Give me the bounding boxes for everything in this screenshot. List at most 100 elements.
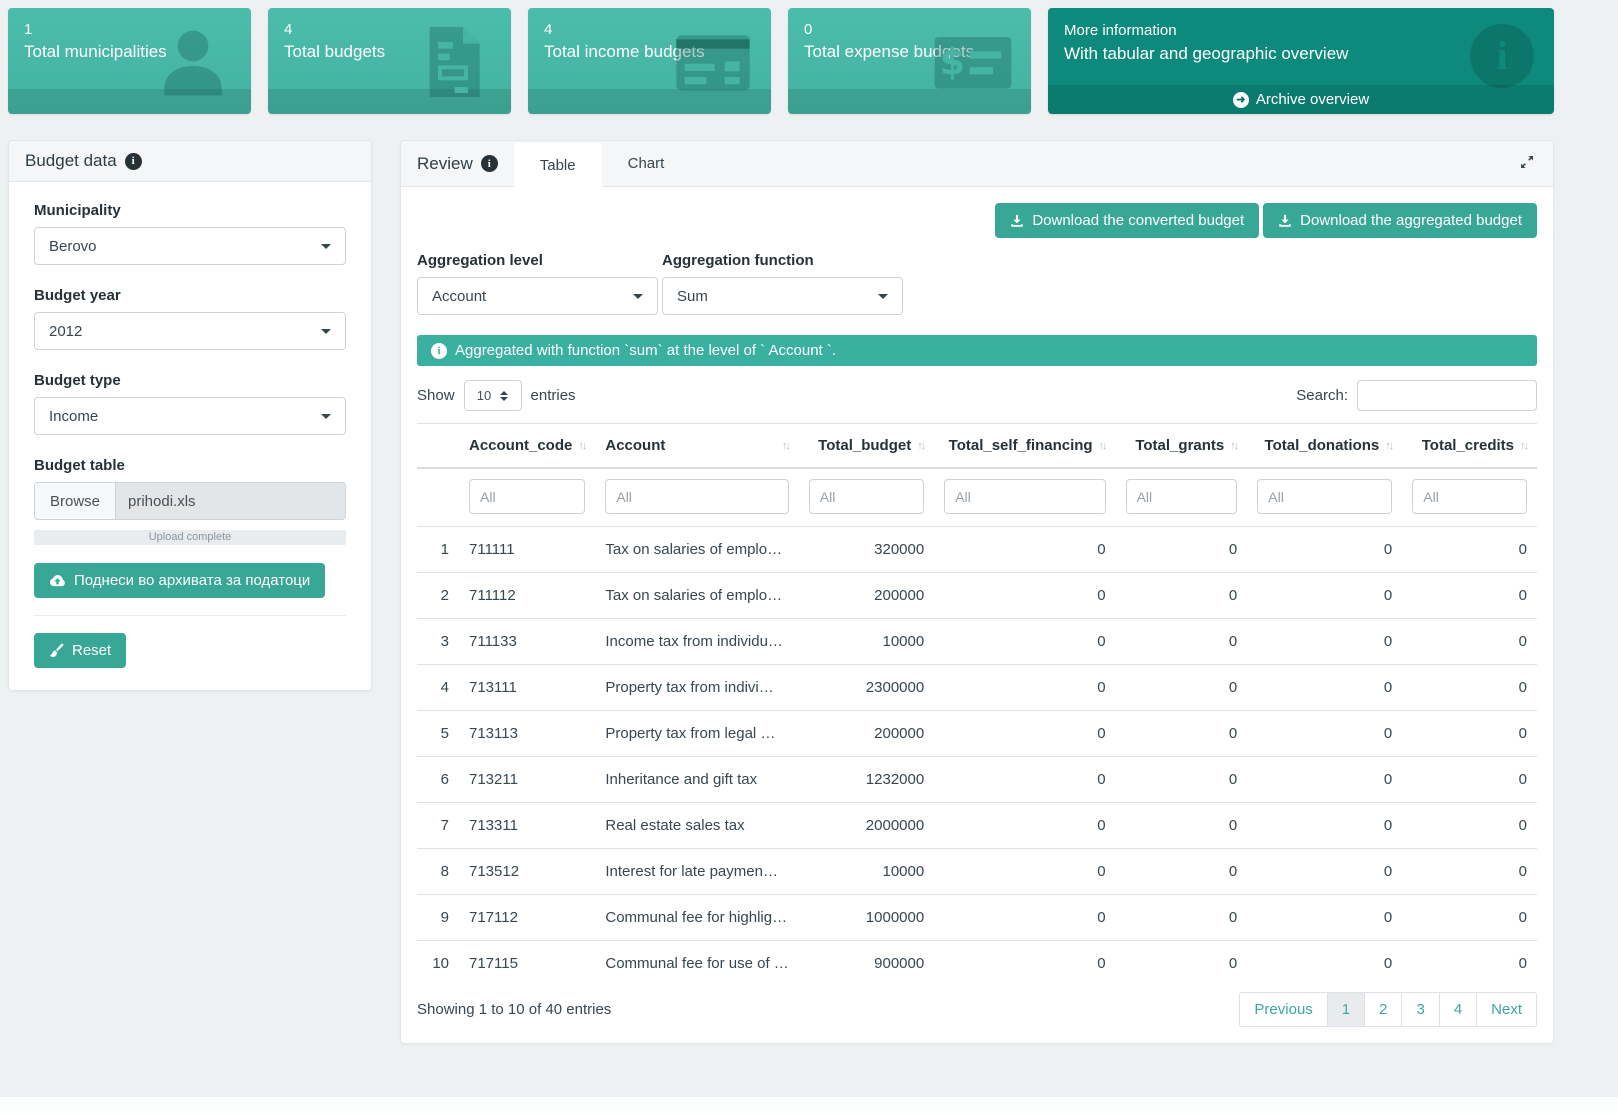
- filter-total-budget[interactable]: [809, 479, 924, 514]
- cell-index: 2: [417, 573, 459, 619]
- page-size-value: 10: [477, 388, 491, 403]
- municipality-select[interactable]: Berovo: [34, 227, 346, 265]
- tab-chart[interactable]: Chart: [602, 141, 691, 186]
- page-button-previous[interactable]: Previous: [1239, 992, 1327, 1027]
- pagination: Previous1234Next: [1239, 992, 1537, 1027]
- download-aggregated-button[interactable]: Download the aggregated budget: [1263, 203, 1537, 238]
- review-header: Review i Table Chart: [401, 141, 1553, 187]
- header-total-budget[interactable]: Total_budget↑↓: [799, 424, 934, 469]
- document-icon: [413, 22, 493, 102]
- info-icon[interactable]: i: [481, 155, 498, 172]
- page-button-next[interactable]: Next: [1476, 992, 1537, 1027]
- browse-button[interactable]: Browse: [35, 483, 116, 519]
- table-row: 8 713512 Interest for late paymen… 10000…: [417, 849, 1537, 895]
- page-size-select[interactable]: 10: [464, 380, 522, 411]
- cell-total-credits: 0: [1402, 711, 1537, 757]
- info-icon[interactable]: i: [125, 153, 142, 170]
- aggregation-alert: i Aggregated with function `sum` at the …: [417, 335, 1537, 366]
- cell-total-donations: 0: [1247, 711, 1402, 757]
- card-body: 0 Total expense budgets $: [788, 8, 1031, 89]
- expand-icon[interactable]: [1501, 154, 1553, 174]
- cell-total-self-financing: 0: [934, 527, 1115, 573]
- info-circle-icon: i: [1470, 24, 1534, 88]
- table-header-row: Account_code↑↓ Account↑↓ Total_budget↑↓ …: [417, 424, 1537, 469]
- cell-index: 8: [417, 849, 459, 895]
- cell-total-grants: 0: [1116, 573, 1248, 619]
- cell-account: Interest for late paymen…: [595, 849, 798, 895]
- budget-type-select[interactable]: Income: [34, 397, 346, 435]
- download-converted-button[interactable]: Download the converted budget: [995, 203, 1259, 238]
- card-total-income-budgets[interactable]: 4 Total income budgets: [528, 8, 771, 114]
- submit-to-archive-button[interactable]: Поднеси во архивата за податоци: [34, 563, 325, 598]
- cell-total-donations: 0: [1247, 665, 1402, 711]
- cell-total-self-financing: 0: [934, 757, 1115, 803]
- review-panel: Review i Table Chart Down: [400, 140, 1554, 1044]
- budget-year-label: Budget year: [34, 287, 346, 304]
- cell-account-code: 713512: [459, 849, 595, 895]
- filter-total-donations[interactable]: [1257, 479, 1392, 514]
- page-button-3[interactable]: 3: [1401, 992, 1439, 1027]
- table-row: 4 713111 Property tax from indivi… 23000…: [417, 665, 1537, 711]
- header-total-credits[interactable]: Total_credits↑↓: [1402, 424, 1537, 469]
- cell-total-budget: 200000: [799, 711, 934, 757]
- cell-account: Tax on salaries of emplo…: [595, 527, 798, 573]
- filter-account-code[interactable]: [469, 479, 585, 514]
- cell-total-grants: 0: [1116, 849, 1248, 895]
- table-row: 3 711133 Income tax from individu… 10000…: [417, 619, 1537, 665]
- archive-overview-label: Archive overview: [1256, 91, 1369, 108]
- cell-total-donations: 0: [1247, 757, 1402, 803]
- filter-total-credits[interactable]: [1412, 479, 1527, 514]
- cell-total-self-financing: 0: [934, 573, 1115, 619]
- table-filter-row: [417, 468, 1537, 527]
- header-total-donations[interactable]: Total_donations↑↓: [1247, 424, 1402, 469]
- header-total-grants[interactable]: Total_grants↑↓: [1116, 424, 1248, 469]
- cell-account: Income tax from individu…: [595, 619, 798, 665]
- reset-button[interactable]: Reset: [34, 633, 126, 668]
- cell-index: 10: [417, 941, 459, 987]
- review-body: Download the converted budget Download t…: [401, 187, 1553, 1043]
- chevron-down-icon: [878, 294, 888, 299]
- cell-total-grants: 0: [1116, 619, 1248, 665]
- aggregation-level-select[interactable]: Account: [417, 277, 658, 315]
- chevron-down-icon: [321, 244, 331, 249]
- budget-data-header: Budget data i: [9, 141, 371, 182]
- cell-total-budget: 1232000: [799, 757, 934, 803]
- filter-account[interactable]: [605, 479, 788, 514]
- page-button-2[interactable]: 2: [1364, 992, 1402, 1027]
- aggregation-function-select[interactable]: Sum: [662, 277, 903, 315]
- sort-arrows-icon: ↑↓: [1520, 440, 1527, 452]
- info-card-subtitle: With tabular and geographic overview: [1064, 42, 1538, 66]
- cell-total-self-financing: 0: [934, 619, 1115, 665]
- cell-total-self-financing: 0: [934, 849, 1115, 895]
- card-total-municipalities[interactable]: 1 Total municipalities: [8, 8, 251, 114]
- cell-account-code: 717112: [459, 895, 595, 941]
- tab-table[interactable]: Table: [514, 143, 602, 187]
- budget-table-file-input[interactable]: Browse prihodi.xls: [34, 482, 346, 520]
- brush-icon: [49, 643, 64, 658]
- budget-table-label: Budget table: [34, 457, 346, 474]
- filter-total-self-financing[interactable]: [944, 479, 1105, 514]
- credit-card-icon: [673, 22, 753, 102]
- archive-overview-link[interactable]: ➜ Archive overview: [1048, 85, 1554, 114]
- cell-account: Inheritance and gift tax: [595, 757, 798, 803]
- budget-year-select[interactable]: 2012: [34, 312, 346, 350]
- sort-arrows-icon: ↑↓: [1385, 440, 1392, 452]
- search-input[interactable]: [1357, 380, 1537, 411]
- showing-entries-text: Showing 1 to 10 of 40 entries: [417, 1001, 611, 1018]
- cell-total-self-financing: 0: [934, 665, 1115, 711]
- svg-text:$: $: [940, 41, 966, 84]
- page-button-4[interactable]: 4: [1439, 992, 1477, 1027]
- card-total-expense-budgets[interactable]: 0 Total expense budgets $: [788, 8, 1031, 114]
- cell-account: Property tax from legal …: [595, 711, 798, 757]
- filter-total-grants[interactable]: [1126, 479, 1238, 514]
- page-button-1[interactable]: 1: [1327, 992, 1365, 1027]
- cell-total-donations: 0: [1247, 803, 1402, 849]
- aggregation-alert-text: Aggregated with function `sum` at the le…: [455, 342, 836, 359]
- cell-total-budget: 200000: [799, 573, 934, 619]
- table-controls-row: Show 10 entries Search:: [417, 380, 1537, 411]
- header-total-self-financing[interactable]: Total_self_financing↑↓: [934, 424, 1115, 469]
- header-account[interactable]: Account↑↓: [595, 424, 798, 469]
- cell-account-code: 713211: [459, 757, 595, 803]
- header-account-code[interactable]: Account_code↑↓: [459, 424, 595, 469]
- card-total-budgets[interactable]: 4 Total budgets: [268, 8, 511, 114]
